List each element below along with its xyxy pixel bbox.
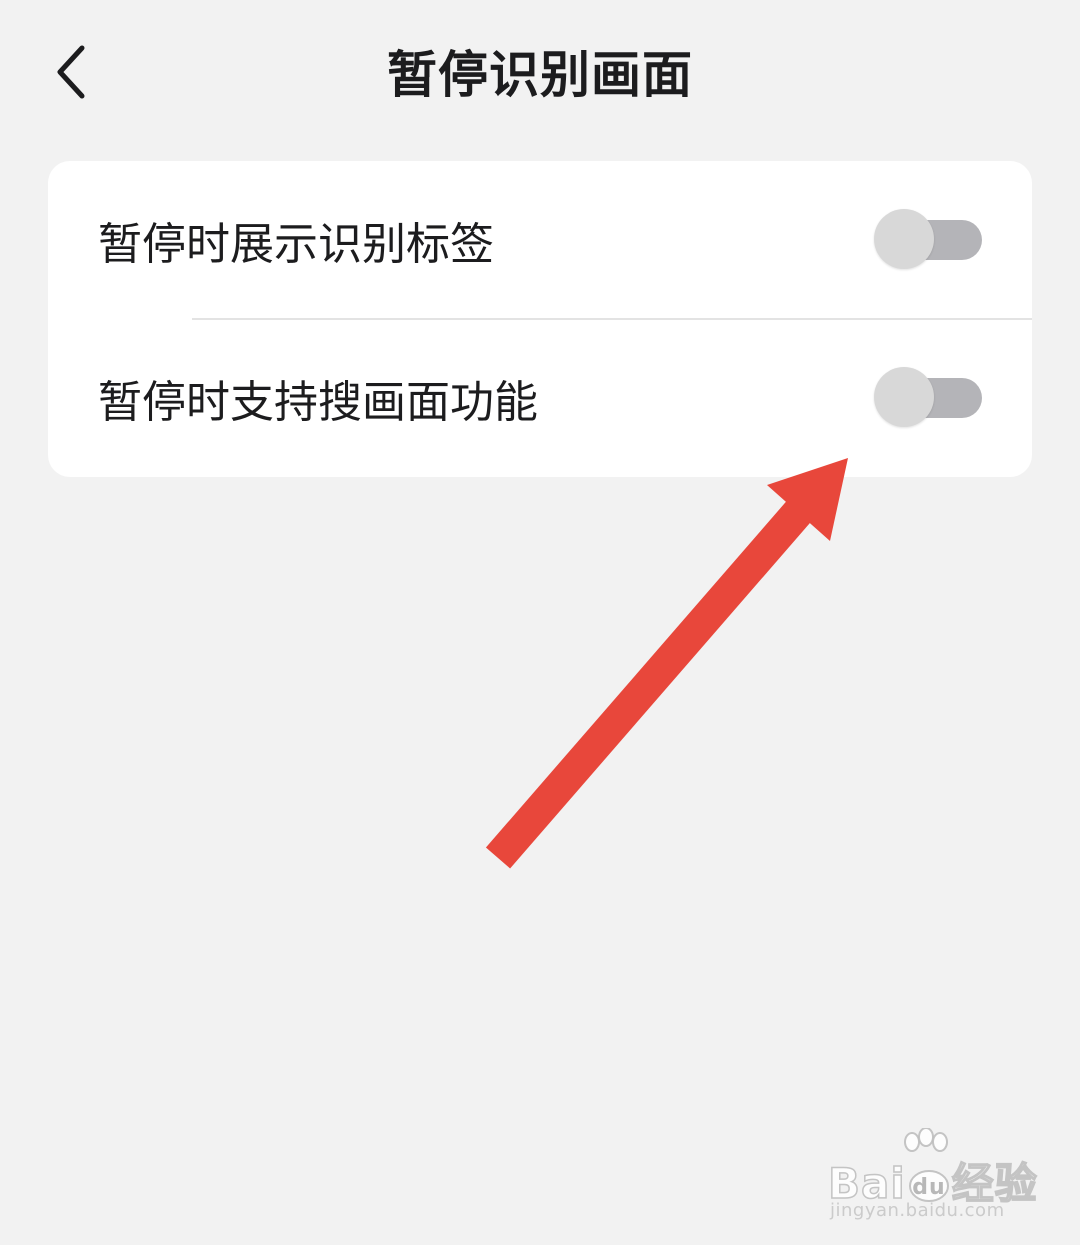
watermark: Bai du 经验 jingyan.baidu.com — [826, 1128, 1038, 1224]
svg-text:du: du — [912, 1175, 945, 1200]
watermark-url: jingyan.baidu.com — [830, 1200, 1005, 1221]
baidu-paw-icon: du — [908, 1170, 949, 1202]
annotation-arrow-icon — [485, 458, 848, 869]
